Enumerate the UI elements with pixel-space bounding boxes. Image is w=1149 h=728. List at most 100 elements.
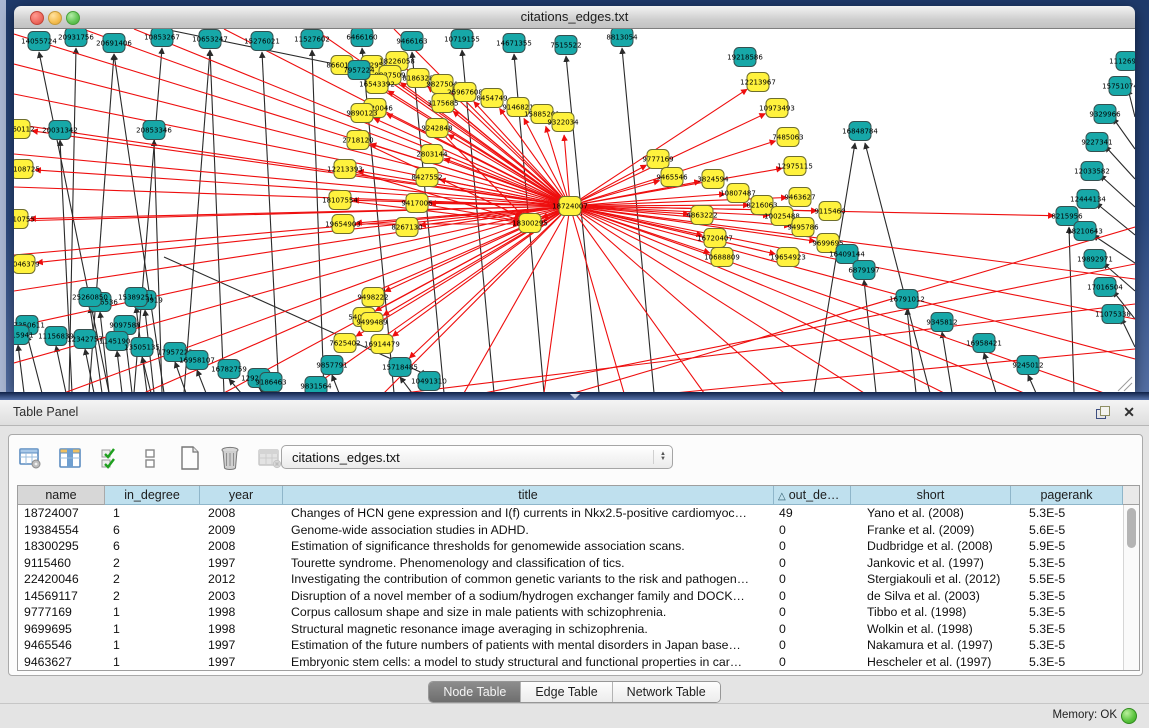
network-node[interactable]: 7485063 xyxy=(772,128,803,147)
network-node[interactable]: 10973493 xyxy=(759,99,795,118)
edge[interactable] xyxy=(570,206,784,393)
table-row[interactable]: 969969511998Structural magnetic resonanc… xyxy=(18,621,1124,638)
edge[interactable] xyxy=(1028,375,1036,393)
network-node[interactable]: 16791012 xyxy=(889,290,925,309)
network-node[interactable]: 18610755 xyxy=(14,210,35,229)
network-node[interactable]: 14671355 xyxy=(496,34,532,53)
network-node[interactable]: 19654923 xyxy=(770,248,806,267)
edge[interactable] xyxy=(1121,318,1135,347)
column-header-year[interactable]: year xyxy=(200,486,283,505)
network-node[interactable]: 6879197 xyxy=(848,261,879,280)
network-node[interactable]: 9115460 xyxy=(814,202,845,221)
network-node[interactable]: 16848784 xyxy=(842,122,878,141)
table-row[interactable]: 1456911722003Disruption of a novel membe… xyxy=(18,588,1124,605)
network-node[interactable]: 6466160 xyxy=(346,29,377,47)
network-node[interactable]: 19654903 xyxy=(325,215,361,234)
edge[interactable] xyxy=(674,349,1135,393)
network-node[interactable]: 9227341 xyxy=(1081,133,1112,152)
network-node[interactable]: 15276021 xyxy=(244,32,280,51)
select-all-rows-icon[interactable] xyxy=(97,445,123,471)
network-node[interactable]: 9857791 xyxy=(316,356,347,375)
edge[interactable] xyxy=(262,52,279,393)
edge[interactable] xyxy=(197,370,206,393)
edge[interactable] xyxy=(27,335,42,393)
edge[interactable] xyxy=(1113,118,1135,149)
network-node[interactable]: 10719155 xyxy=(444,30,480,49)
table-row[interactable]: 1830029562008Estimation of significance … xyxy=(18,538,1124,555)
edge[interactable] xyxy=(984,353,996,393)
network-node[interactable]: 18107554 xyxy=(322,191,358,210)
column-header-short[interactable]: short xyxy=(851,486,1011,505)
table-body[interactable]: 1872400712008Changes of HCN gene express… xyxy=(18,505,1124,670)
network-node[interactable]: 7515522 xyxy=(550,36,581,55)
scrollbar-thumb[interactable] xyxy=(1127,508,1136,548)
tab-node-table[interactable]: Node Table xyxy=(429,682,521,702)
column-header-out-de-[interactable]: △out_de… xyxy=(774,486,851,505)
edge[interactable] xyxy=(100,312,109,393)
edge[interactable] xyxy=(570,206,624,393)
table-vertical-scrollbar[interactable] xyxy=(1123,505,1139,670)
splitter-grip[interactable] xyxy=(570,394,580,399)
network-node[interactable]: 12108725 xyxy=(14,160,40,179)
network-node[interactable]: 9466163 xyxy=(396,32,427,51)
network-node[interactable]: 12213967 xyxy=(740,73,776,92)
network-node[interactable]: 10491310 xyxy=(411,372,447,391)
edge[interactable] xyxy=(14,187,570,206)
table-row[interactable]: 911546021997Tourette syndrome. Phenomeno… xyxy=(18,555,1124,572)
table-row[interactable]: 946362711997Embryonic stem cells: a mode… xyxy=(18,654,1124,671)
tab-network-table[interactable]: Network Table xyxy=(613,682,720,702)
table-row[interactable]: 1938455462009Genome-wide association stu… xyxy=(18,522,1124,539)
table-row[interactable]: 977716911998Corpus callosum shape and si… xyxy=(18,604,1124,621)
column-header-in-degree[interactable]: in_degree xyxy=(105,486,200,505)
network-node[interactable]: 2718120 xyxy=(342,131,373,150)
network-node[interactable]: 11527602 xyxy=(294,30,330,49)
edge[interactable] xyxy=(570,206,1135,359)
edge[interactable] xyxy=(184,50,210,393)
network-node[interactable]: 16914479 xyxy=(364,335,400,354)
network-node[interactable]: 9499489 xyxy=(356,313,387,332)
network-node[interactable]: 9890123 xyxy=(346,104,377,123)
edge[interactable] xyxy=(14,64,570,206)
network-node[interactable]: 12975115 xyxy=(777,157,813,176)
column-header-name[interactable]: name xyxy=(18,486,105,505)
network-node[interactable]: 15751074 xyxy=(1102,77,1135,96)
clear-row-selection-icon[interactable] xyxy=(137,445,163,471)
column-header-pagerank[interactable]: pagerank xyxy=(1011,486,1123,505)
network-node[interactable]: 9345812 xyxy=(926,313,957,332)
network-node[interactable]: 4863222 xyxy=(686,206,717,225)
network-node[interactable]: 9777169 xyxy=(642,150,673,169)
table-row[interactable]: 2242004622012Investigating the contribut… xyxy=(18,571,1124,588)
network-node[interactable]: 3824594 xyxy=(697,170,729,189)
edge[interactable] xyxy=(566,56,599,393)
edge[interactable] xyxy=(332,375,339,393)
close-icon[interactable]: ✕ xyxy=(1123,404,1135,421)
network-node[interactable]: 9245012 xyxy=(1012,356,1043,375)
edge[interactable] xyxy=(18,345,24,393)
table-settings-icon[interactable] xyxy=(17,445,43,471)
hub-edge[interactable] xyxy=(570,194,725,206)
edge[interactable] xyxy=(210,50,224,393)
edge[interactable] xyxy=(229,379,241,393)
resize-grip-icon[interactable] xyxy=(1118,377,1132,391)
network-node[interactable]: 11126997 xyxy=(1109,52,1135,71)
network-node[interactable]: 2803144 xyxy=(416,145,448,164)
network-graph[interactable]: 1872400786601238912954182260589827509818… xyxy=(14,29,1135,393)
network-node[interactable]: 15718485 xyxy=(382,358,418,377)
tab-edge-table[interactable]: Edge Table xyxy=(521,682,612,702)
table-row[interactable]: 946554611997Estimation of the future num… xyxy=(18,637,1124,654)
network-node[interactable]: 8813054 xyxy=(606,29,638,47)
network-node[interactable]: 16958421 xyxy=(966,334,1002,353)
delete-rows-trash-icon[interactable] xyxy=(217,445,243,471)
table-selector-dropdown[interactable]: citations_edges.txt ▲▼ xyxy=(281,445,673,469)
window-titlebar[interactable]: citations_edges.txt xyxy=(14,6,1135,29)
network-node[interactable]: 9329966 xyxy=(1089,105,1121,124)
edge[interactable] xyxy=(56,346,66,393)
edge[interactable] xyxy=(544,206,570,393)
new-table-icon[interactable] xyxy=(177,445,203,471)
edge[interactable] xyxy=(1069,227,1074,393)
network-node[interactable]: 9831564 xyxy=(300,377,332,394)
network-node[interactable]: 9322034 xyxy=(547,113,579,132)
network-node[interactable]: 12033582 xyxy=(1074,162,1110,181)
network-node[interactable]: 17016504 xyxy=(1087,278,1123,297)
network-node[interactable]: 3175685 xyxy=(427,94,458,113)
